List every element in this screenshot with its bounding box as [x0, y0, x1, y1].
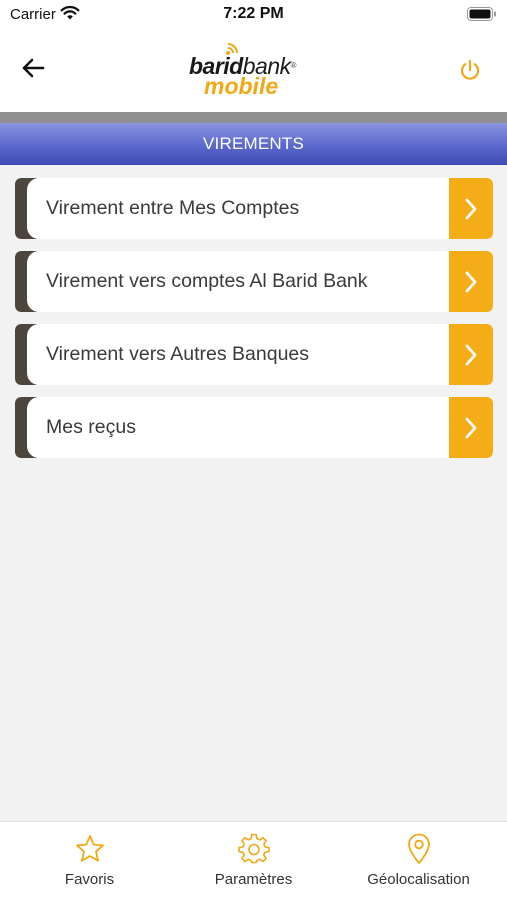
- menu-item-mes-recus[interactable]: Mes reçus: [15, 397, 493, 458]
- baridbank-mobile-logo: baridbank® mobile: [186, 42, 326, 98]
- chevron-right-icon[interactable]: [449, 324, 493, 385]
- tab-label: Favoris: [64, 871, 115, 888]
- tab-geolocalisation[interactable]: Géolocalisation: [334, 822, 503, 900]
- clock: 7:22 PM: [223, 5, 284, 22]
- item-marker-curve: [27, 397, 41, 458]
- chevron-right-icon[interactable]: [449, 251, 493, 312]
- menu-item-virement-autres-banques[interactable]: Virement vers Autres Banques: [15, 324, 493, 385]
- status-bar: Carrier 7:22 PM: [0, 0, 507, 30]
- item-marker-curve: [27, 324, 41, 385]
- page-title: VIREMENTS: [0, 123, 507, 165]
- battery-icon: [467, 7, 497, 26]
- menu-item-virement-mes-comptes[interactable]: Virement entre Mes Comptes: [15, 178, 493, 239]
- menu-item-label: Virement vers comptes Al Barid Bank: [46, 270, 368, 292]
- item-marker-curve: [27, 251, 41, 312]
- chevron-right-icon[interactable]: [449, 397, 493, 458]
- menu-item-label: Virement entre Mes Comptes: [46, 197, 300, 219]
- star-icon: [5, 833, 174, 865]
- logo-registered-mark: ®: [290, 61, 297, 70]
- back-button[interactable]: [18, 55, 48, 85]
- location-pin-icon: [334, 833, 503, 865]
- app-header: baridbank® mobile: [0, 30, 507, 112]
- tab-favoris[interactable]: Favoris: [5, 822, 174, 900]
- power-icon: [458, 58, 482, 87]
- tab-label: Paramètres: [214, 871, 293, 888]
- tab-label: Géolocalisation: [367, 871, 470, 888]
- tab-parametres[interactable]: Paramètres: [169, 822, 338, 900]
- item-marker-curve: [27, 178, 41, 239]
- bottom-tab-bar: Favoris Paramètres Géolocalisation: [0, 821, 507, 900]
- chevron-right-icon[interactable]: [449, 178, 493, 239]
- menu-item-label: Mes reçus: [46, 416, 136, 438]
- menu-item-virement-al-barid-bank[interactable]: Virement vers comptes Al Barid Bank: [15, 251, 493, 312]
- gear-icon: [169, 833, 338, 865]
- arrow-left-icon: [21, 57, 45, 84]
- menu-item-label: Virement vers Autres Banques: [46, 343, 310, 365]
- logout-button[interactable]: [455, 57, 485, 87]
- logo-text-mobile: mobile: [204, 73, 279, 99]
- header-divider: [0, 112, 507, 123]
